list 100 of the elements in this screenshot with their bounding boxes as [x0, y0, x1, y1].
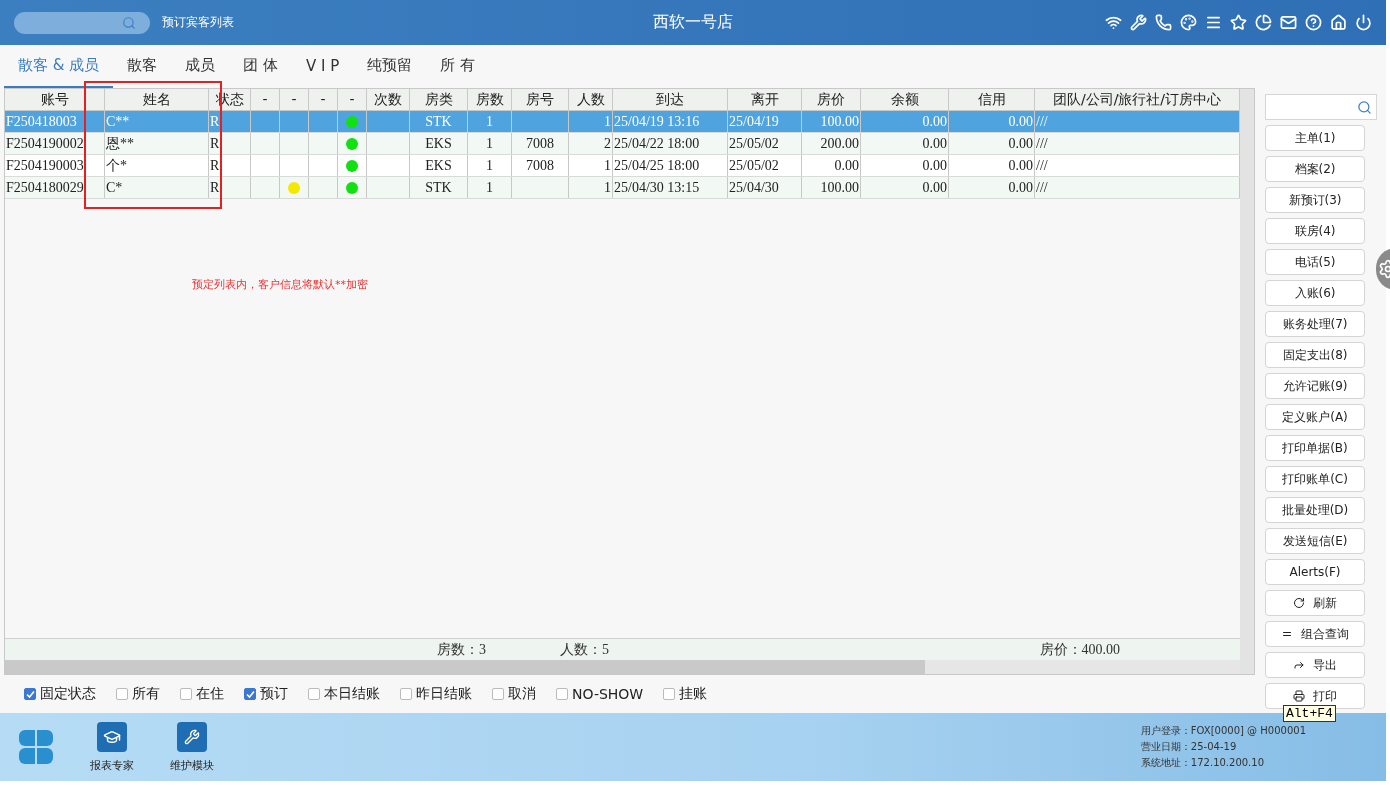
table-cell-text: 0.00 [922, 113, 947, 131]
action-button[interactable]: 新预订(3) [1265, 187, 1365, 213]
table-cell-text: C** [106, 113, 130, 131]
checkbox-label: 固定状态 [40, 685, 96, 703]
table-cell-text: STK [425, 113, 452, 131]
table-row[interactable]: F2504190002 恩** R EKS 1 7008 2 25/04/22 18:00 25/05/02 200.00 0.00 0.00 /// [5, 133, 1240, 155]
search-icon [122, 15, 136, 30]
table-cell-text: EKS [425, 157, 452, 175]
column-header[interactable]: 账号 [5, 89, 105, 110]
power-icon[interactable] [1355, 14, 1372, 31]
table-cell-text: 7008 [526, 157, 554, 175]
checkbox[interactable] [556, 688, 568, 700]
action-button[interactable]: 定义账户(A) [1265, 404, 1365, 430]
column-header[interactable]: 房价 [802, 89, 861, 110]
app-grid-icon[interactable] [18, 729, 54, 765]
tab[interactable]: 散客 [113, 45, 172, 88]
tab[interactable]: 纯预留 [353, 45, 427, 88]
table-cell-text: 2 [604, 135, 611, 153]
column-header[interactable]: 房类 [410, 89, 468, 110]
tab[interactable]: 成员 [171, 45, 230, 88]
column-header[interactable]: - [309, 89, 338, 110]
table-cell-text: C* [106, 179, 123, 197]
tab[interactable]: V I P [292, 45, 354, 88]
mail-icon[interactable] [1280, 14, 1297, 31]
wifi-icon[interactable] [1105, 14, 1122, 31]
checkbox[interactable] [180, 688, 192, 700]
action-button[interactable]: 批量处理(D) [1265, 497, 1365, 523]
action-button[interactable]: 组合查询 [1265, 621, 1365, 647]
home-icon[interactable] [1330, 14, 1347, 31]
module-button[interactable]: 维护模块 [170, 721, 214, 773]
table-cell-text: 0.00 [922, 135, 947, 153]
table-cell-text: R [210, 113, 220, 131]
phone-icon[interactable] [1155, 14, 1172, 31]
column-header[interactable]: 姓名 [105, 89, 209, 110]
action-button[interactable]: 档案(2) [1265, 156, 1365, 182]
column-header[interactable]: 余额 [861, 89, 949, 110]
checkbox-label: 本日结账 [324, 685, 380, 703]
checkbox-label: 昨日结账 [416, 685, 472, 703]
checkbox[interactable] [400, 688, 412, 700]
action-button[interactable]: 导出 [1265, 652, 1365, 678]
total-guests: 人数：5 [560, 640, 609, 659]
table-cell-text: 100.00 [820, 179, 859, 197]
checkbox[interactable] [244, 688, 256, 700]
table-cell-text: 1 [486, 157, 493, 175]
action-button[interactable]: 联房(4) [1265, 218, 1365, 244]
tab[interactable]: 所 有 [426, 45, 490, 88]
checkbox[interactable] [492, 688, 504, 700]
search-field[interactable] [14, 11, 150, 34]
column-header[interactable]: 房号 [512, 89, 569, 110]
table-cell-text: R [210, 179, 220, 197]
column-header[interactable]: 次数 [367, 89, 410, 110]
action-button[interactable]: 发送短信(E) [1265, 528, 1365, 554]
table-cell-text: 1 [486, 135, 493, 153]
table-cell-text: 0.00 [922, 157, 947, 175]
table-cell-text: F250418003 [6, 113, 77, 131]
menu-icon[interactable] [1205, 14, 1222, 31]
checkbox[interactable] [116, 688, 128, 700]
column-header[interactable]: - [280, 89, 309, 110]
table-cell-text: 25/05/02 [729, 135, 779, 153]
action-button[interactable]: Alerts(F) [1265, 559, 1365, 585]
search-icon [1357, 99, 1372, 115]
action-button[interactable]: 账务处理(7) [1265, 311, 1365, 337]
column-header[interactable]: 到达 [613, 89, 728, 110]
action-button[interactable]: 允许记账(9) [1265, 373, 1365, 399]
vertical-scrollbar[interactable] [1240, 89, 1254, 674]
action-button[interactable]: 入账(6) [1265, 280, 1365, 306]
module-button[interactable]: 报表专家 [90, 721, 134, 773]
help-icon[interactable] [1305, 14, 1322, 31]
search-field[interactable] [1265, 94, 1377, 120]
column-header[interactable]: - [251, 89, 280, 110]
action-button[interactable]: 电话(5) [1265, 249, 1365, 275]
column-header[interactable]: 信用 [949, 89, 1035, 110]
table-cell-text: /// [1036, 157, 1048, 175]
column-header[interactable]: 房数 [468, 89, 512, 110]
tools-icon[interactable] [1130, 14, 1147, 31]
scrollbar-thumb[interactable] [5, 660, 925, 674]
tab[interactable]: 团 体 [229, 45, 292, 88]
action-button[interactable]: 打印 [1265, 683, 1365, 709]
table-cell-text: 0.00 [1008, 135, 1033, 153]
table-cell-text: R [210, 157, 220, 175]
action-button[interactable]: 主单(1) [1265, 125, 1365, 151]
hotel-name: 西软一号店 [653, 12, 733, 33]
palette-icon[interactable] [1180, 14, 1197, 31]
table-cell-text: 1 [604, 157, 611, 175]
action-button[interactable]: 固定支出(8) [1265, 342, 1365, 368]
column-header[interactable]: - [338, 89, 367, 110]
table-row[interactable]: F2504180029 C* R STK 1 1 25/04/30 13:15 25/04/30 100.00 0.00 0.00 /// [5, 177, 1240, 199]
column-header[interactable]: 离开 [728, 89, 802, 110]
total-rate: 房价：400.00 [1039, 640, 1120, 659]
column-header[interactable]: 人数 [569, 89, 613, 110]
action-button[interactable]: 打印账单(C) [1265, 466, 1365, 492]
checkbox[interactable] [24, 688, 36, 700]
table-row[interactable]: F2504190003 个* R EKS 1 7008 1 25/04/25 18:00 25/05/02 0.00 0.00 0.00 /// [5, 155, 1240, 177]
checkbox[interactable] [308, 688, 320, 700]
checkbox[interactable] [663, 688, 676, 700]
action-button[interactable]: 刷新 [1265, 590, 1365, 616]
star-icon[interactable] [1230, 14, 1247, 31]
table-cell-text: EKS [425, 135, 452, 153]
action-button[interactable]: 打印单据(B) [1265, 435, 1365, 461]
checkbox-label: 取消 [508, 685, 536, 703]
